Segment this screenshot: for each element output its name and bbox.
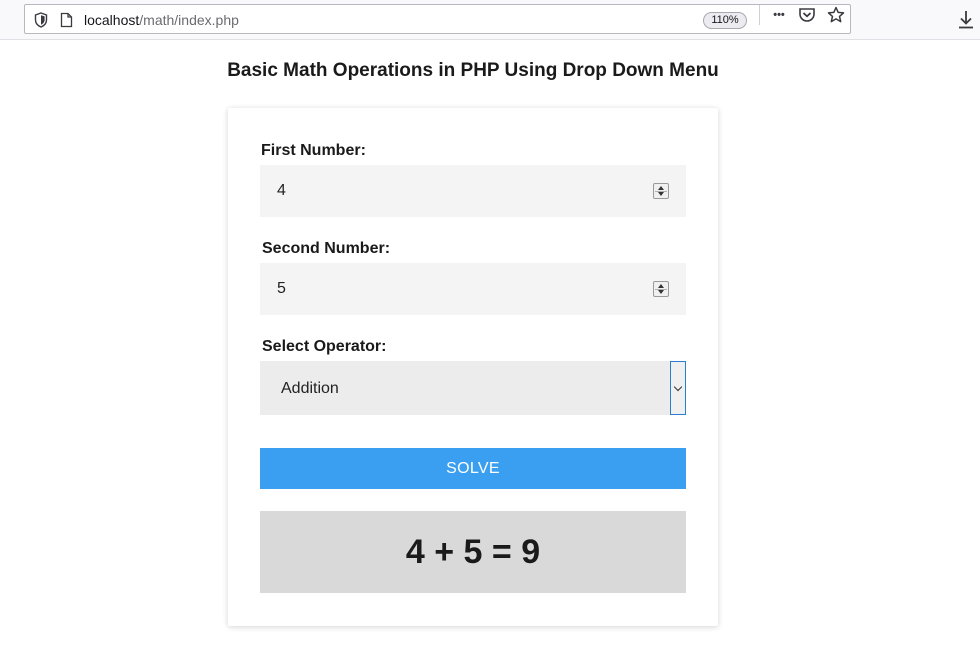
url-host: localhost — [84, 12, 140, 28]
calculator-form-card: First Number: 4 Second Number: 5 Select … — [228, 108, 718, 626]
solve-button[interactable]: SOLVE — [260, 448, 686, 489]
operator-dropdown-toggle[interactable] — [670, 361, 686, 415]
pocket-icon[interactable] — [797, 5, 817, 25]
chevron-down-icon — [673, 382, 683, 392]
second-number-input[interactable]: 5 — [260, 263, 686, 315]
address-bar[interactable]: localhost/math/index.php 110% — [24, 4, 851, 34]
second-number-stepper-icon[interactable] — [653, 281, 669, 297]
operator-select[interactable]: Addition — [260, 361, 686, 415]
first-number-label: First Number: — [261, 142, 366, 159]
stepper-down-arrow-icon[interactable] — [658, 192, 664, 196]
url-text[interactable]: localhost/math/index.php — [84, 12, 239, 28]
stepper-up-arrow-icon[interactable] — [658, 284, 664, 288]
second-number-label: Second Number: — [262, 240, 391, 257]
page-title: Basic Math Operations in PHP Using Drop … — [227, 60, 719, 81]
page-actions-more-icon[interactable]: ••• — [769, 5, 789, 25]
bookmark-star-icon[interactable] — [826, 5, 846, 25]
toolbar-separator — [759, 5, 760, 25]
page-info-icon[interactable] — [60, 12, 73, 28]
first-number-input[interactable]: 4 — [260, 165, 686, 217]
stepper-up-arrow-icon[interactable] — [658, 186, 664, 190]
first-number-value: 4 — [277, 182, 286, 199]
first-number-stepper-icon[interactable] — [653, 183, 669, 199]
zoom-level-badge[interactable]: 110% — [703, 12, 747, 29]
operator-selected-value: Addition — [281, 380, 339, 397]
tracking-protection-shield-icon[interactable] — [34, 12, 48, 28]
result-display: 4 + 5 = 9 — [260, 511, 686, 593]
stepper-down-arrow-icon[interactable] — [658, 290, 664, 294]
second-number-value: 5 — [277, 280, 286, 297]
browser-toolbar: localhost/math/index.php 110% ••• — [0, 0, 980, 40]
downloads-icon[interactable] — [956, 9, 976, 31]
url-path: /math/index.php — [139, 12, 239, 28]
operator-label: Select Operator: — [262, 338, 387, 355]
